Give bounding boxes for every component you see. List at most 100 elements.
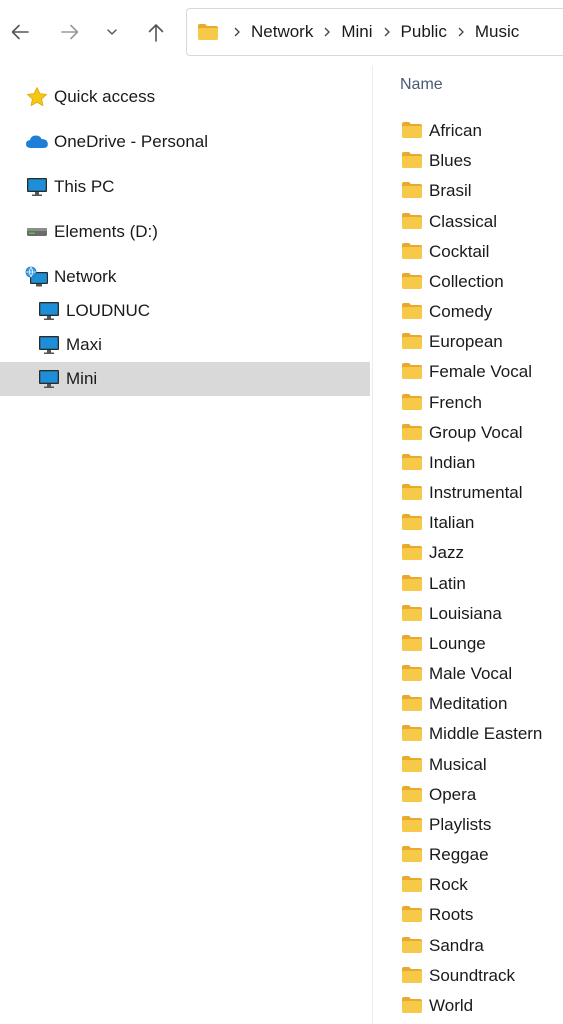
drive-icon xyxy=(25,220,49,244)
folder-row[interactable]: Middle Eastern xyxy=(373,720,563,748)
folder-icon xyxy=(401,815,423,833)
folder-name: Lounge xyxy=(429,633,486,653)
folder-name: Brasil xyxy=(429,181,472,201)
sidebar-item-elements-drive[interactable]: Elements (D:) xyxy=(0,215,370,249)
folder-row[interactable]: Instrumental xyxy=(373,479,563,507)
sidebar-item-loudnuc[interactable]: LOUDNUC xyxy=(0,294,370,328)
breadcrumb-network[interactable]: Network xyxy=(247,22,317,42)
breadcrumb-separator-icon[interactable] xyxy=(377,26,397,38)
cloud-icon xyxy=(25,130,49,154)
folder-name: Sandra xyxy=(429,935,484,955)
folder-name: Reggae xyxy=(429,845,489,865)
folder-row[interactable]: Group Vocal xyxy=(373,419,563,447)
monitor-icon xyxy=(37,333,61,357)
folder-row[interactable]: Rock xyxy=(373,871,563,899)
folder-name: Latin xyxy=(429,573,466,593)
folder-row[interactable]: Italian xyxy=(373,509,563,537)
folder-name: Comedy xyxy=(429,302,493,322)
folder-icon xyxy=(401,272,423,290)
folder-row[interactable]: World xyxy=(373,992,563,1020)
breadcrumb-music[interactable]: Music xyxy=(471,22,523,42)
folder-row[interactable]: African xyxy=(373,117,563,145)
folder-row[interactable]: Male Vocal xyxy=(373,660,563,688)
monitor-icon xyxy=(37,367,61,391)
monitor-icon xyxy=(37,299,61,323)
folder-row[interactable]: Roots xyxy=(373,901,563,929)
folder-icon xyxy=(401,242,423,260)
folder-row[interactable]: Lounge xyxy=(373,630,563,658)
folder-icon xyxy=(401,905,423,923)
folder-row[interactable]: Playlists xyxy=(373,811,563,839)
folder-name: Female Vocal xyxy=(429,362,532,382)
folder-row[interactable]: Indian xyxy=(373,449,563,477)
folder-row[interactable]: Latin xyxy=(373,570,563,598)
sidebar-item-quick-access[interactable]: Quick access xyxy=(0,80,370,114)
folder-name: Cocktail xyxy=(429,241,490,261)
folder-name: Opera xyxy=(429,784,477,804)
folder-icon xyxy=(401,845,423,863)
breadcrumb-separator-icon[interactable] xyxy=(317,26,337,38)
folder-name: French xyxy=(429,392,482,412)
arrow-left-icon xyxy=(11,24,29,40)
folder-row[interactable]: European xyxy=(373,328,563,356)
toolbar: Network Mini Public Music xyxy=(0,0,563,66)
sidebar-item-label: OneDrive - Personal xyxy=(54,132,209,151)
folder-name: Instrumental xyxy=(429,483,523,503)
folder-row[interactable]: Collection xyxy=(373,268,563,296)
folder-name: Collection xyxy=(429,271,504,291)
folder-name: Musical xyxy=(429,754,487,774)
folder-name: World xyxy=(429,995,474,1015)
folder-row[interactable]: Brasil xyxy=(373,177,563,205)
breadcrumb-mini[interactable]: Mini xyxy=(337,22,376,42)
chevron-down-icon xyxy=(107,29,117,35)
sidebar-item-label: Quick access xyxy=(54,87,156,106)
folder-icon xyxy=(401,875,423,893)
folder-name: Male Vocal xyxy=(429,664,513,684)
folder-name: Group Vocal xyxy=(429,422,523,442)
folder-row[interactable]: Musical xyxy=(373,751,563,779)
sidebar-item-onedrive[interactable]: OneDrive - Personal xyxy=(0,125,370,159)
folder-row[interactable]: Soundtrack xyxy=(373,962,563,990)
sidebar-item-maxi[interactable]: Maxi xyxy=(0,328,370,362)
sidebar-item-label: Elements (D:) xyxy=(54,222,158,241)
folder-row[interactable]: Sandra xyxy=(373,932,563,960)
folder-name: Middle Eastern xyxy=(429,724,543,744)
folder-icon xyxy=(401,694,423,712)
forward-button[interactable] xyxy=(54,14,86,50)
folder-row[interactable]: Louisiana xyxy=(373,600,563,628)
folder-icon xyxy=(401,755,423,773)
folder-row[interactable]: Blues xyxy=(373,147,563,175)
folder-row[interactable]: Meditation xyxy=(373,690,563,718)
breadcrumb-separator-icon[interactable] xyxy=(451,26,471,38)
folder-icon xyxy=(401,393,423,411)
folder-name: Louisiana xyxy=(429,603,502,623)
folder-icon xyxy=(401,996,423,1014)
folder-row[interactable]: Opera xyxy=(373,781,563,809)
folder-name: Indian xyxy=(429,452,476,472)
breadcrumb-separator-icon[interactable] xyxy=(227,26,247,38)
column-header-name[interactable]: Name xyxy=(400,76,443,94)
star-icon xyxy=(25,85,49,109)
breadcrumb-public[interactable]: Public xyxy=(397,22,451,42)
folder-icon xyxy=(401,513,423,531)
folder-row[interactable]: Cocktail xyxy=(373,238,563,266)
up-button[interactable] xyxy=(140,14,172,50)
sidebar-item-mini[interactable]: Mini xyxy=(0,362,370,396)
monitor-icon xyxy=(25,175,49,199)
folder-name: European xyxy=(429,332,503,352)
folder-row[interactable]: Comedy xyxy=(373,298,563,326)
folder-row[interactable]: French xyxy=(373,389,563,417)
folder-icon xyxy=(401,936,423,954)
sidebar-item-network[interactable]: Network xyxy=(0,260,370,294)
recent-locations-button[interactable] xyxy=(98,14,126,50)
folder-name: Roots xyxy=(429,905,474,925)
sidebar-item-this-pc[interactable]: This PC xyxy=(0,170,370,204)
folder-row[interactable]: Reggae xyxy=(373,841,563,869)
address-bar[interactable]: Network Mini Public Music xyxy=(186,8,563,56)
folder-name: Classical xyxy=(429,211,498,231)
folder-name: Italian xyxy=(429,513,475,533)
back-button[interactable] xyxy=(4,14,36,50)
folder-row[interactable]: Classical xyxy=(373,208,563,236)
folder-row[interactable]: Jazz xyxy=(373,539,563,567)
folder-row[interactable]: Female Vocal xyxy=(373,358,563,386)
